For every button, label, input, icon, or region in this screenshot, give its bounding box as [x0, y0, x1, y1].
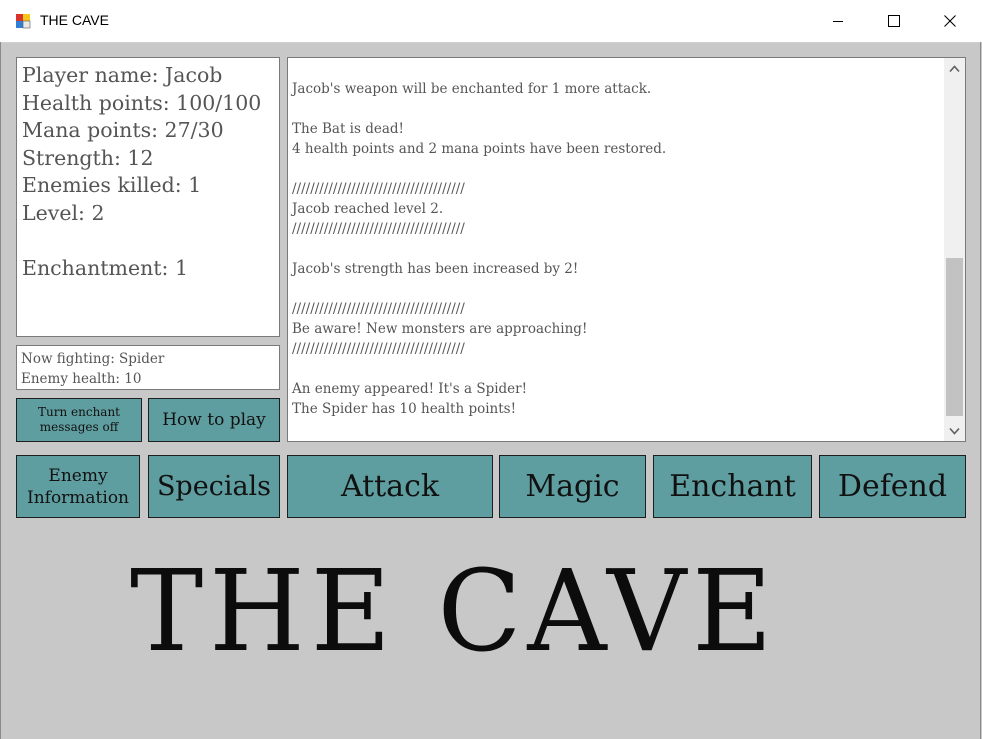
- attack-label: Attack: [340, 469, 440, 504]
- battle-log-text: Jacob's weapon will be enchanted for 1 m…: [292, 81, 667, 417]
- level: Level: 2: [22, 200, 105, 225]
- defend-label: Defend: [837, 469, 948, 504]
- attack-button[interactable]: Attack: [287, 455, 493, 518]
- specials-label: Specials: [156, 471, 272, 502]
- enchant-button[interactable]: Enchant: [653, 455, 812, 518]
- toggle-enchant-messages-button[interactable]: Turn enchant messages off: [16, 398, 142, 442]
- enchantment: Enchantment: 1: [22, 255, 188, 280]
- enchant-label: Enchant: [669, 469, 796, 504]
- player-stats-panel: Player name: Jacob Health points: 100/10…: [16, 57, 280, 337]
- enemy-health: Enemy health: 10: [21, 371, 142, 387]
- specials-button[interactable]: Specials: [148, 455, 280, 518]
- enemies-killed: Enemies killed: 1: [22, 173, 202, 197]
- battle-log[interactable]: Jacob's weapon will be enchanted for 1 m…: [287, 57, 966, 442]
- close-icon: [944, 15, 956, 27]
- scroll-thumb[interactable]: [946, 258, 963, 416]
- defend-button[interactable]: Defend: [819, 455, 966, 518]
- minimize-button[interactable]: [810, 0, 866, 42]
- close-button[interactable]: [922, 0, 978, 42]
- minimize-icon: [833, 21, 843, 22]
- maximize-button[interactable]: [866, 0, 922, 42]
- player-name: Player name: Jacob: [22, 63, 223, 87]
- title-bar: THE CAVE: [0, 0, 982, 43]
- window-title: THE CAVE: [40, 12, 109, 28]
- magic-label: Magic: [525, 469, 620, 504]
- magic-button[interactable]: Magic: [499, 455, 646, 518]
- scroll-up-button[interactable]: [944, 58, 965, 79]
- how-to-play-button[interactable]: How to play: [148, 398, 280, 442]
- how-to-play-label: How to play: [162, 410, 266, 430]
- mana-points: Mana points: 27/30: [22, 118, 224, 142]
- health-points: Health points: 100/100: [22, 90, 262, 115]
- enemy-information-button[interactable]: Enemy Information: [16, 455, 140, 518]
- strength: Strength: 12: [22, 145, 154, 170]
- log-scrollbar[interactable]: [944, 58, 965, 441]
- toggle-enchant-messages-label: Turn enchant messages off: [38, 405, 120, 434]
- now-fighting: Now fighting: Spider: [21, 351, 165, 367]
- chevron-up-icon: [949, 64, 960, 72]
- chevron-down-icon: [949, 427, 960, 435]
- maximize-icon: [888, 15, 900, 27]
- enemy-information-label: Enemy Information: [26, 465, 130, 508]
- app-icon: [16, 14, 31, 29]
- enemy-status-panel: Now fighting: Spider Enemy health: 10: [16, 345, 280, 390]
- game-logo: THE CAVE: [130, 547, 779, 677]
- scroll-down-button[interactable]: [944, 420, 965, 441]
